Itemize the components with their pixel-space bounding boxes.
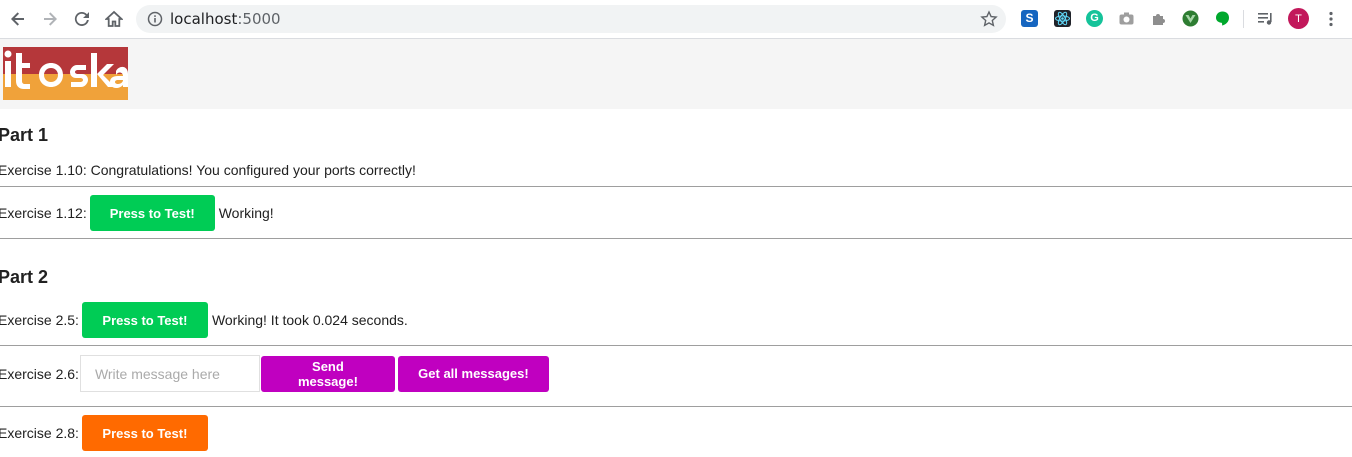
toska-logo — [3, 47, 128, 100]
home-icon[interactable] — [102, 7, 126, 31]
extension-s-icon[interactable]: S — [1021, 10, 1038, 27]
camera-icon[interactable] — [1118, 10, 1135, 27]
exercise-2-5: Exercise 2.5: Press to Test! Working! It… — [0, 302, 408, 338]
exercise-1-12: Exercise 1.12: Press to Test! Working! — [0, 195, 274, 231]
divider — [0, 186, 1352, 187]
menu-kebab-icon[interactable] — [1319, 7, 1343, 31]
evernote-icon[interactable] — [1214, 10, 1231, 27]
exercise-2-5-test-button[interactable]: Press to Test! — [81, 302, 208, 338]
header-bar — [0, 39, 1352, 109]
back-icon[interactable] — [6, 7, 30, 31]
address-bar[interactable]: localhost:5000 — [136, 5, 1006, 33]
url-text: localhost:5000 — [170, 10, 281, 28]
divider — [0, 345, 1352, 346]
message-input[interactable] — [79, 355, 260, 392]
exercise-2-5-label: Exercise 2.5: — [0, 312, 79, 328]
forward-icon[interactable] — [38, 7, 62, 31]
puzzle-extension-icon[interactable] — [1150, 10, 1167, 27]
react-devtools-icon[interactable] — [1054, 10, 1071, 27]
exercise-2-6: Exercise 2.6: Send message! Get all mess… — [0, 355, 549, 392]
site-info-icon[interactable] — [147, 11, 163, 32]
divider — [0, 238, 1352, 239]
exercise-1-10: Exercise 1.10: Congratulations! You conf… — [0, 161, 416, 179]
exercise-2-6-label: Exercise 2.6: — [0, 365, 79, 382]
url-host: localhost — [170, 10, 238, 28]
exercise-2-8-label: Exercise 2.8: — [0, 425, 79, 441]
exercise-1-10-text: Exercise 1.10: Congratulations! You conf… — [0, 162, 416, 178]
media-queue-icon[interactable] — [1257, 10, 1274, 27]
divider — [0, 406, 1352, 407]
toolbar-divider — [1243, 10, 1244, 28]
exercise-1-12-label: Exercise 1.12: — [0, 205, 87, 221]
bookmark-star-icon[interactable] — [980, 10, 998, 33]
reload-icon[interactable] — [70, 7, 94, 31]
browser-toolbar: localhost:5000 S G T — [0, 0, 1352, 39]
exercise-1-12-status: Working! — [218, 205, 274, 221]
part1-heading: Part 1 — [0, 125, 49, 145]
exercise-2-5-status: Working! It took 0.024 seconds. — [211, 312, 408, 328]
grammarly-icon[interactable]: G — [1086, 10, 1103, 27]
send-message-button[interactable]: Send message! — [260, 355, 395, 392]
vue-devtools-icon[interactable] — [1182, 10, 1199, 27]
part2-heading: Part 2 — [0, 267, 49, 287]
exercise-1-12-test-button[interactable]: Press to Test! — [89, 195, 215, 231]
exercise-2-8: Exercise 2.8: Press to Test! — [0, 415, 208, 451]
url-port: :5000 — [237, 10, 281, 28]
exercise-2-8-test-button[interactable]: Press to Test! — [81, 415, 208, 451]
get-all-messages-button[interactable]: Get all messages! — [397, 355, 549, 392]
profile-avatar[interactable]: T — [1288, 8, 1309, 29]
